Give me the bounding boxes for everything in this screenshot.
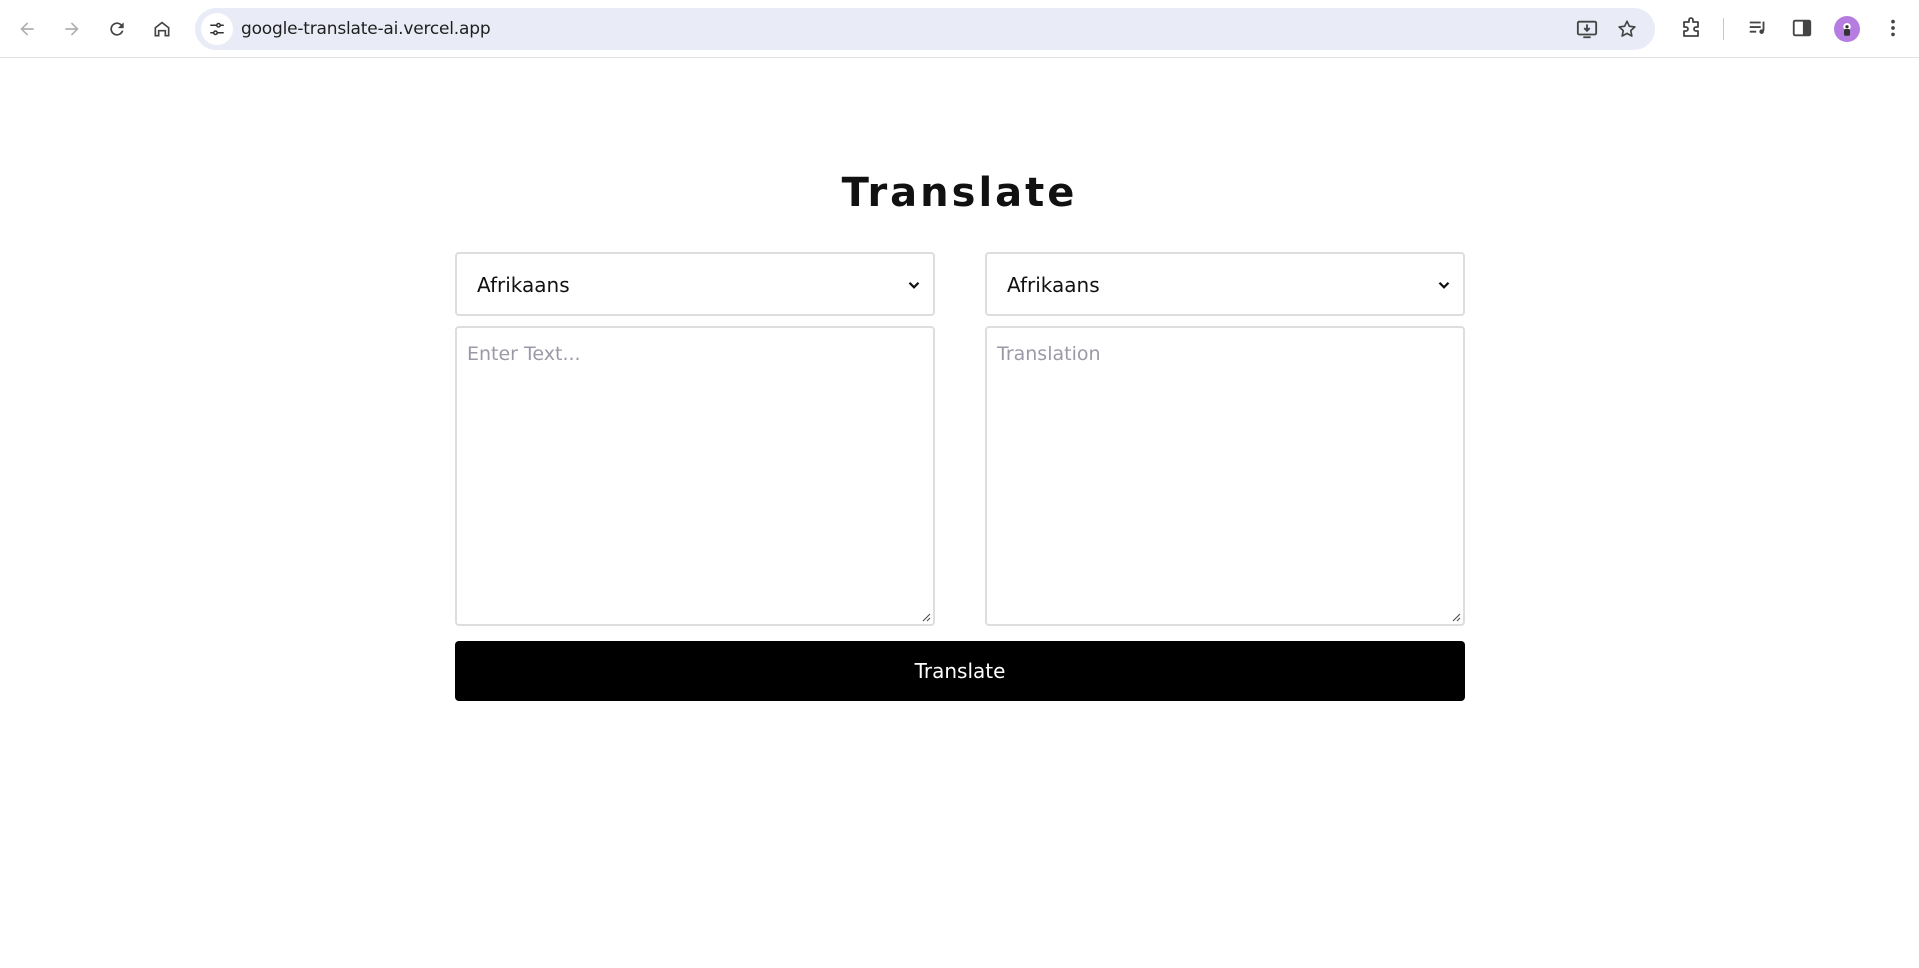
reload-button[interactable] <box>100 12 134 46</box>
source-text-input[interactable]: Enter Text... <box>455 326 935 626</box>
translation-placeholder: Translation <box>997 343 1101 365</box>
profile-avatar[interactable] <box>1834 16 1860 42</box>
site-info-button[interactable] <box>201 13 233 45</box>
target-language-select[interactable]: Afrikaans <box>985 252 1465 316</box>
tune-icon <box>210 22 224 36</box>
forward-button[interactable] <box>55 12 89 46</box>
resize-handle-icon[interactable] <box>919 610 931 622</box>
translate-button-label: Translate <box>914 659 1006 683</box>
source-language-value: Afrikaans <box>477 273 570 297</box>
home-icon <box>154 21 170 37</box>
browser-menu-button[interactable] <box>1880 15 1906 41</box>
side-panel-button[interactable] <box>1789 15 1815 41</box>
back-button[interactable] <box>10 12 44 46</box>
chevron-down-icon <box>1438 281 1450 289</box>
translation-output[interactable]: Translation <box>985 326 1465 626</box>
bookmark-button[interactable] <box>1615 17 1639 41</box>
toolbar-divider <box>1723 18 1724 40</box>
reload-icon <box>110 22 124 36</box>
resize-handle-icon[interactable] <box>1449 610 1461 622</box>
media-control-button[interactable] <box>1745 15 1771 41</box>
avatar-icon <box>1843 23 1851 36</box>
star-icon <box>1618 20 1636 37</box>
media-control-icon <box>1749 21 1765 34</box>
browser-toolbar: google-translate-ai.vercel.app <box>0 0 1919 58</box>
extensions-button[interactable] <box>1678 15 1704 41</box>
puzzle-icon <box>1683 17 1699 37</box>
url-text[interactable]: google-translate-ai.vercel.app <box>241 19 491 39</box>
target-language-value: Afrikaans <box>1007 273 1100 297</box>
translate-button[interactable]: Translate <box>455 641 1465 701</box>
install-app-button[interactable] <box>1575 17 1599 41</box>
page-title: Translate <box>841 170 1078 216</box>
side-panel-icon <box>1792 19 1812 37</box>
address-bar[interactable]: google-translate-ai.vercel.app <box>195 8 1655 50</box>
source-text-placeholder: Enter Text... <box>467 343 581 365</box>
back-arrow-icon <box>20 22 34 36</box>
source-language-select[interactable]: Afrikaans <box>455 252 935 316</box>
forward-arrow-icon <box>65 22 79 36</box>
home-button[interactable] <box>145 12 179 46</box>
chevron-down-icon <box>908 281 920 289</box>
kebab-menu-icon <box>1891 19 1895 37</box>
install-app-icon <box>1576 20 1598 39</box>
